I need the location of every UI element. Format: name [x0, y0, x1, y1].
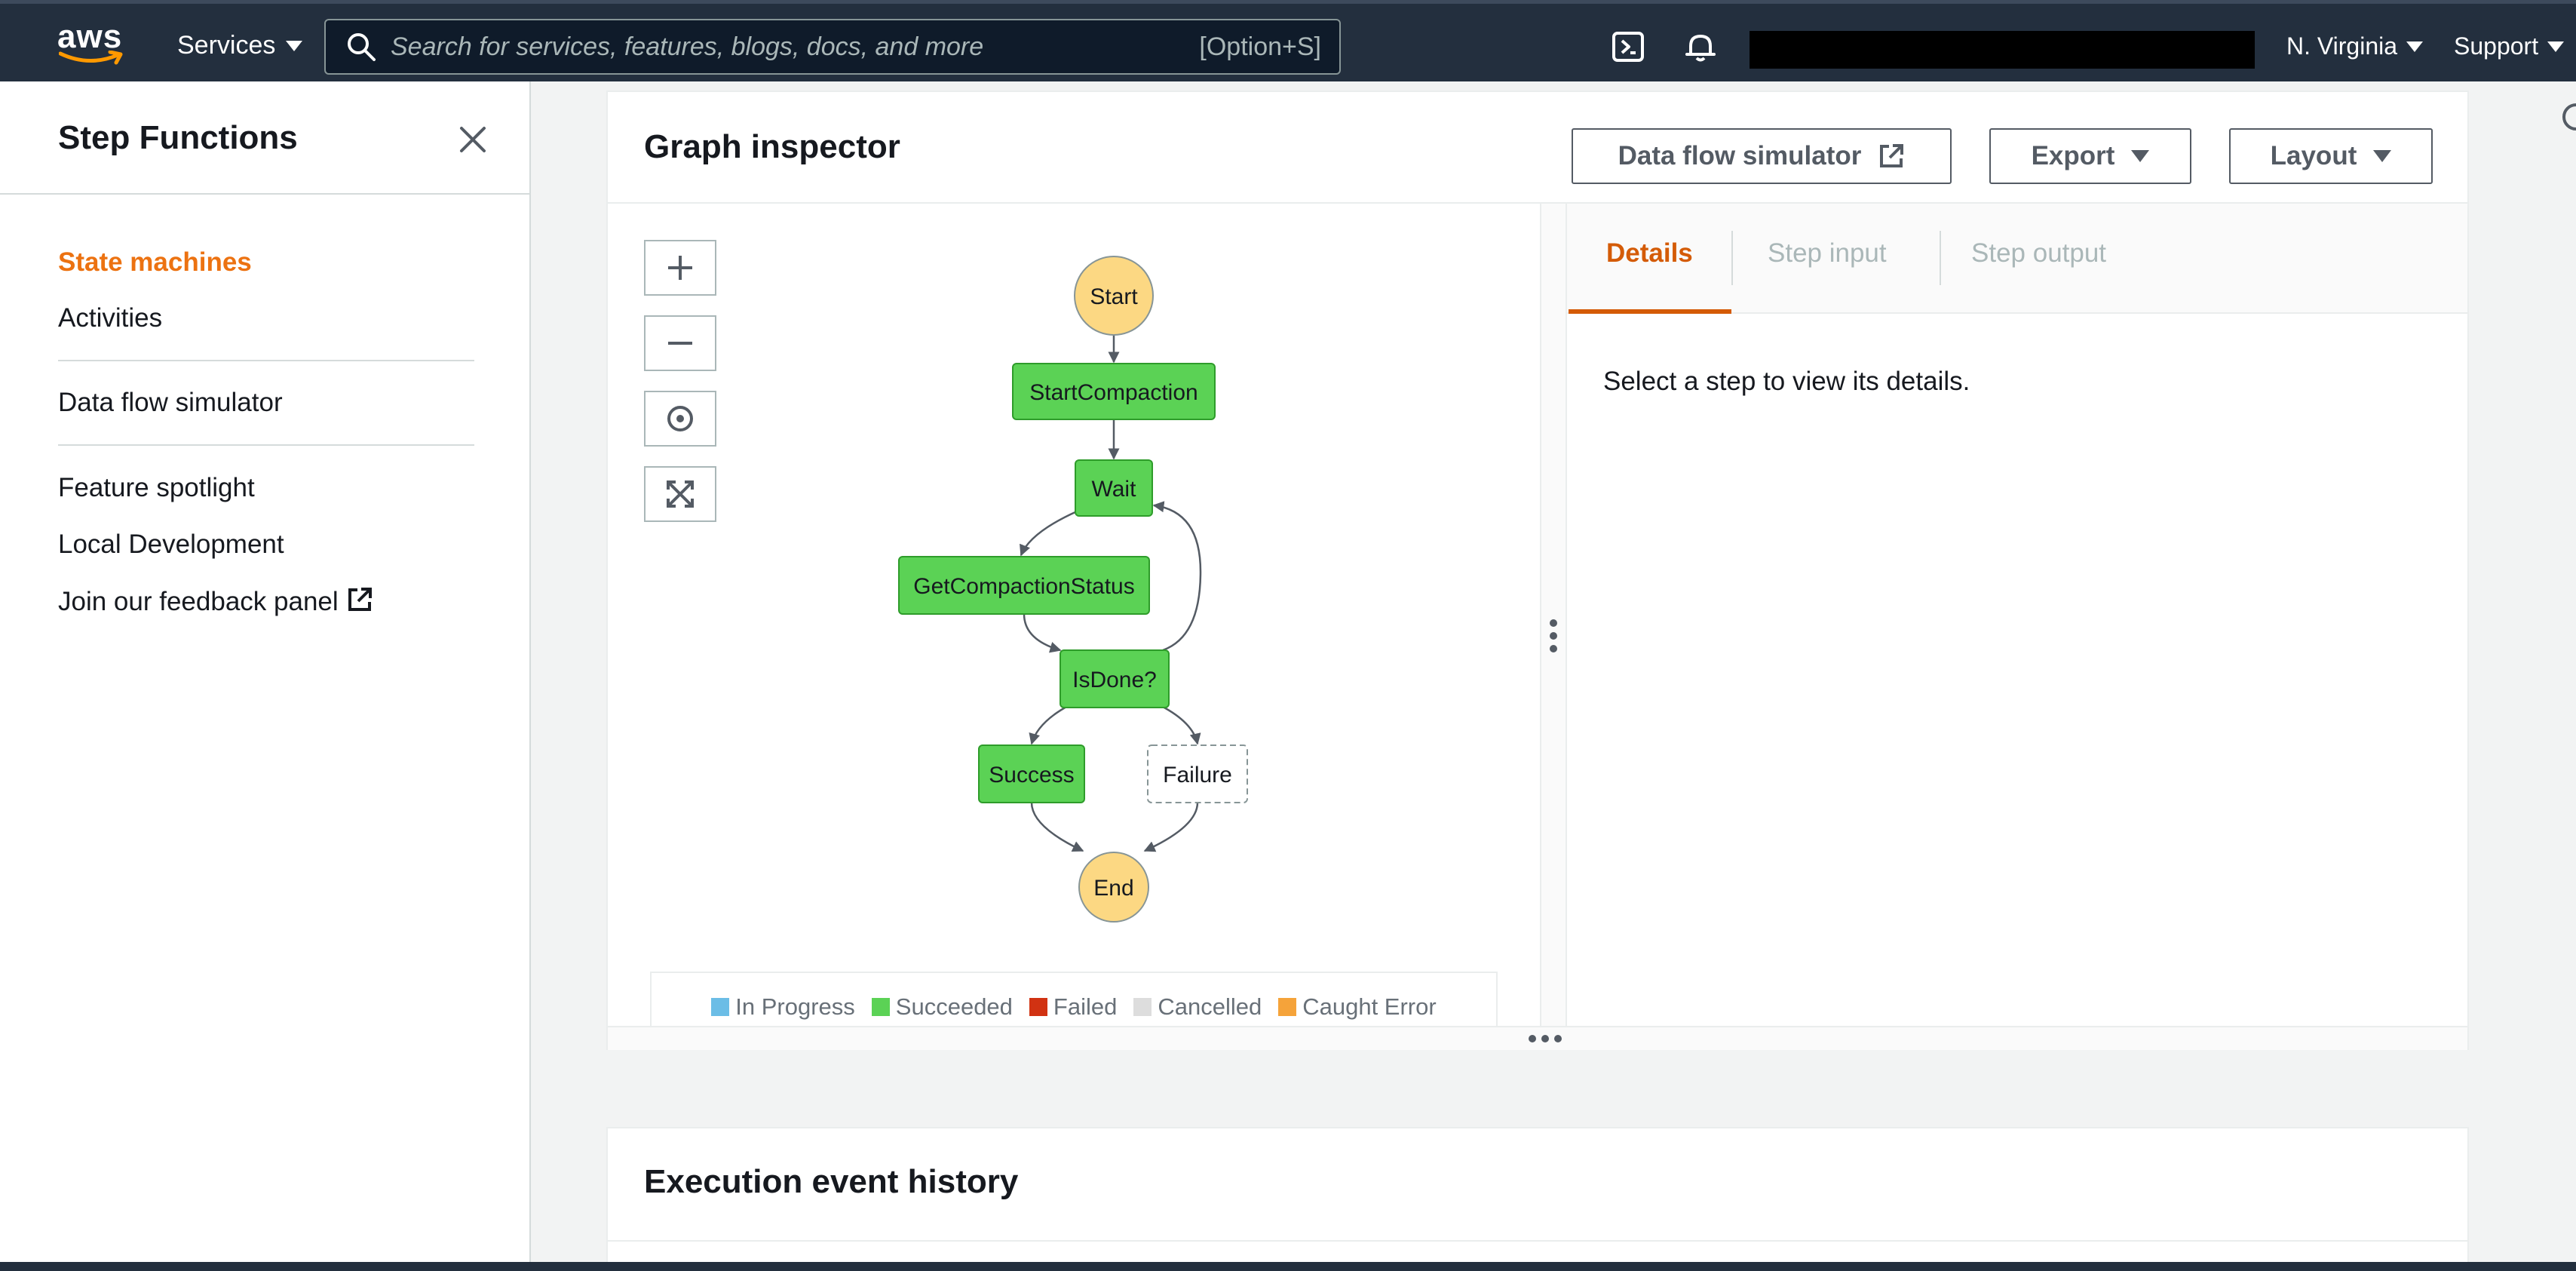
region-label: N. Virginia	[2286, 32, 2398, 60]
caret-down-icon	[2131, 150, 2150, 162]
sidenav-title: Step Functions	[58, 119, 298, 156]
sidebar-item-feature-spotlight[interactable]: Feature spotlight	[58, 473, 255, 503]
node-label: IsDone?	[1072, 668, 1157, 692]
support-label: Support	[2454, 32, 2539, 60]
button-label: Data flow simulator	[1618, 141, 1862, 170]
node-start[interactable]: Start	[1074, 256, 1154, 336]
layout-button[interactable]: Layout	[2229, 128, 2433, 184]
aws-logo-text: aws	[57, 18, 123, 55]
caret-down-icon	[2373, 150, 2392, 162]
node-isdone[interactable]: IsDone?	[1060, 649, 1170, 708]
legend-swatch	[1029, 998, 1047, 1016]
horizontal-resize-handle[interactable]	[608, 1026, 2467, 1050]
node-startcompaction[interactable]: StartCompaction	[1012, 363, 1216, 420]
caret-down-icon	[2406, 41, 2424, 52]
sidebar-item-activities[interactable]: Activities	[58, 303, 162, 333]
sidebar-item-state-machines[interactable]: State machines	[58, 247, 252, 278]
node-failure[interactable]: Failure	[1147, 744, 1248, 803]
external-link-icon	[348, 588, 372, 611]
sidebar-divider	[58, 444, 474, 446]
legend-label: Cancelled	[1158, 993, 1262, 1020]
cloudshell-icon[interactable]	[1611, 29, 1645, 64]
legend-swatch	[1278, 998, 1297, 1016]
legend-swatch	[711, 998, 730, 1016]
node-label: Success	[989, 763, 1074, 787]
node-label: StartCompaction	[1029, 380, 1198, 405]
tab-details[interactable]: Details	[1606, 238, 1693, 269]
tab-divider	[1940, 231, 1941, 285]
sidebar-divider	[58, 360, 474, 361]
button-label: Export	[2031, 141, 2115, 170]
legend-item-in-progress: In Progress	[711, 993, 855, 1021]
info-icon[interactable]	[2556, 98, 2576, 136]
legend-item-caught-error: Caught Error	[1278, 993, 1437, 1021]
bottom-edge	[0, 1262, 2576, 1271]
sidenav-header-divider	[0, 193, 529, 195]
close-icon[interactable]	[457, 124, 489, 155]
details-pane: Details Step input Step output Select a …	[1567, 204, 2467, 1026]
node-wait[interactable]: Wait	[1075, 459, 1153, 517]
button-label: Layout	[2270, 141, 2357, 170]
execution-event-history-panel: Execution event history	[606, 1127, 2469, 1271]
search-shortcut-hint: [Option+S]	[1199, 32, 1321, 61]
side-navigation: Step Functions State machines Activities…	[0, 81, 531, 1271]
export-button[interactable]: Export	[1989, 128, 2191, 184]
drag-handle-icon	[1550, 619, 1557, 652]
node-end[interactable]: End	[1078, 852, 1149, 923]
node-label: GetCompactionStatus	[913, 574, 1134, 599]
legend-item-succeeded: Succeeded	[871, 993, 1013, 1021]
drag-handle-icon	[1529, 1035, 1562, 1042]
aws-smile-icon	[59, 51, 123, 65]
node-getcompactionstatus[interactable]: GetCompactionStatus	[898, 556, 1150, 615]
legend-label: Failed	[1053, 993, 1118, 1020]
sidebar-item-data-flow-simulator[interactable]: Data flow simulator	[58, 388, 283, 418]
support-menu[interactable]: Support	[2454, 32, 2565, 60]
tab-step-output[interactable]: Step output	[1971, 238, 2106, 269]
services-label: Services	[177, 31, 276, 60]
legend-label: Caught Error	[1302, 993, 1437, 1020]
node-label: Wait	[1092, 477, 1137, 502]
legend-swatch	[871, 998, 890, 1016]
vertical-resize-handle[interactable]	[1540, 204, 1567, 1026]
data-flow-simulator-button[interactable]: Data flow simulator	[1572, 128, 1952, 184]
sidebar-item-local-development[interactable]: Local Development	[58, 530, 284, 560]
panel-header-divider	[608, 1240, 2467, 1242]
tab-step-input[interactable]: Step input	[1768, 238, 1887, 269]
search-icon	[348, 33, 376, 61]
graph-canvas[interactable]: Start StartCompaction Wait GetCompaction…	[608, 204, 1540, 1042]
caret-down-icon	[2547, 41, 2565, 52]
graph-inspector-title: Graph inspector	[644, 128, 900, 165]
caret-down-icon	[286, 40, 303, 51]
search-placeholder: Search for services, features, blogs, do…	[391, 32, 984, 61]
aws-logo[interactable]: aws	[57, 20, 125, 67]
details-tabs: Details Step input Step output	[1567, 204, 2467, 314]
event-history-title: Execution event history	[644, 1163, 1019, 1200]
redacted-account-info	[1750, 31, 2255, 69]
legend-label: Succeeded	[895, 993, 1013, 1020]
node-label: End	[1093, 876, 1133, 901]
top-navigation-bar: aws Services Search for services, featur…	[0, 0, 2576, 81]
region-selector[interactable]: N. Virginia	[2286, 32, 2424, 60]
details-empty-message: Select a step to view its details.	[1603, 367, 1970, 396]
bell-icon[interactable]	[1683, 29, 1718, 64]
legend-item-failed: Failed	[1029, 993, 1117, 1021]
legend-label: In Progress	[735, 993, 855, 1020]
external-link-icon	[1880, 144, 1904, 167]
graph-inspector-panel: Graph inspector Data flow simulator Expo…	[606, 91, 2469, 1050]
search-bar[interactable]: Search for services, features, blogs, do…	[324, 19, 1341, 75]
node-label: Start	[1090, 284, 1138, 309]
tab-divider	[1731, 231, 1733, 285]
legend-swatch	[1133, 998, 1152, 1016]
active-tab-indicator	[1569, 309, 1731, 314]
services-menu-button[interactable]: Services	[177, 31, 303, 60]
workflow-graph: Start StartCompaction Wait GetCompaction…	[898, 256, 1248, 923]
legend-item-cancelled: Cancelled	[1133, 993, 1262, 1021]
node-label: Failure	[1163, 763, 1232, 787]
node-success[interactable]: Success	[978, 744, 1085, 803]
sidebar-item-label: Join our feedback panel	[58, 587, 339, 616]
sidebar-item-feedback-panel[interactable]: Join our feedback panel	[58, 586, 373, 617]
